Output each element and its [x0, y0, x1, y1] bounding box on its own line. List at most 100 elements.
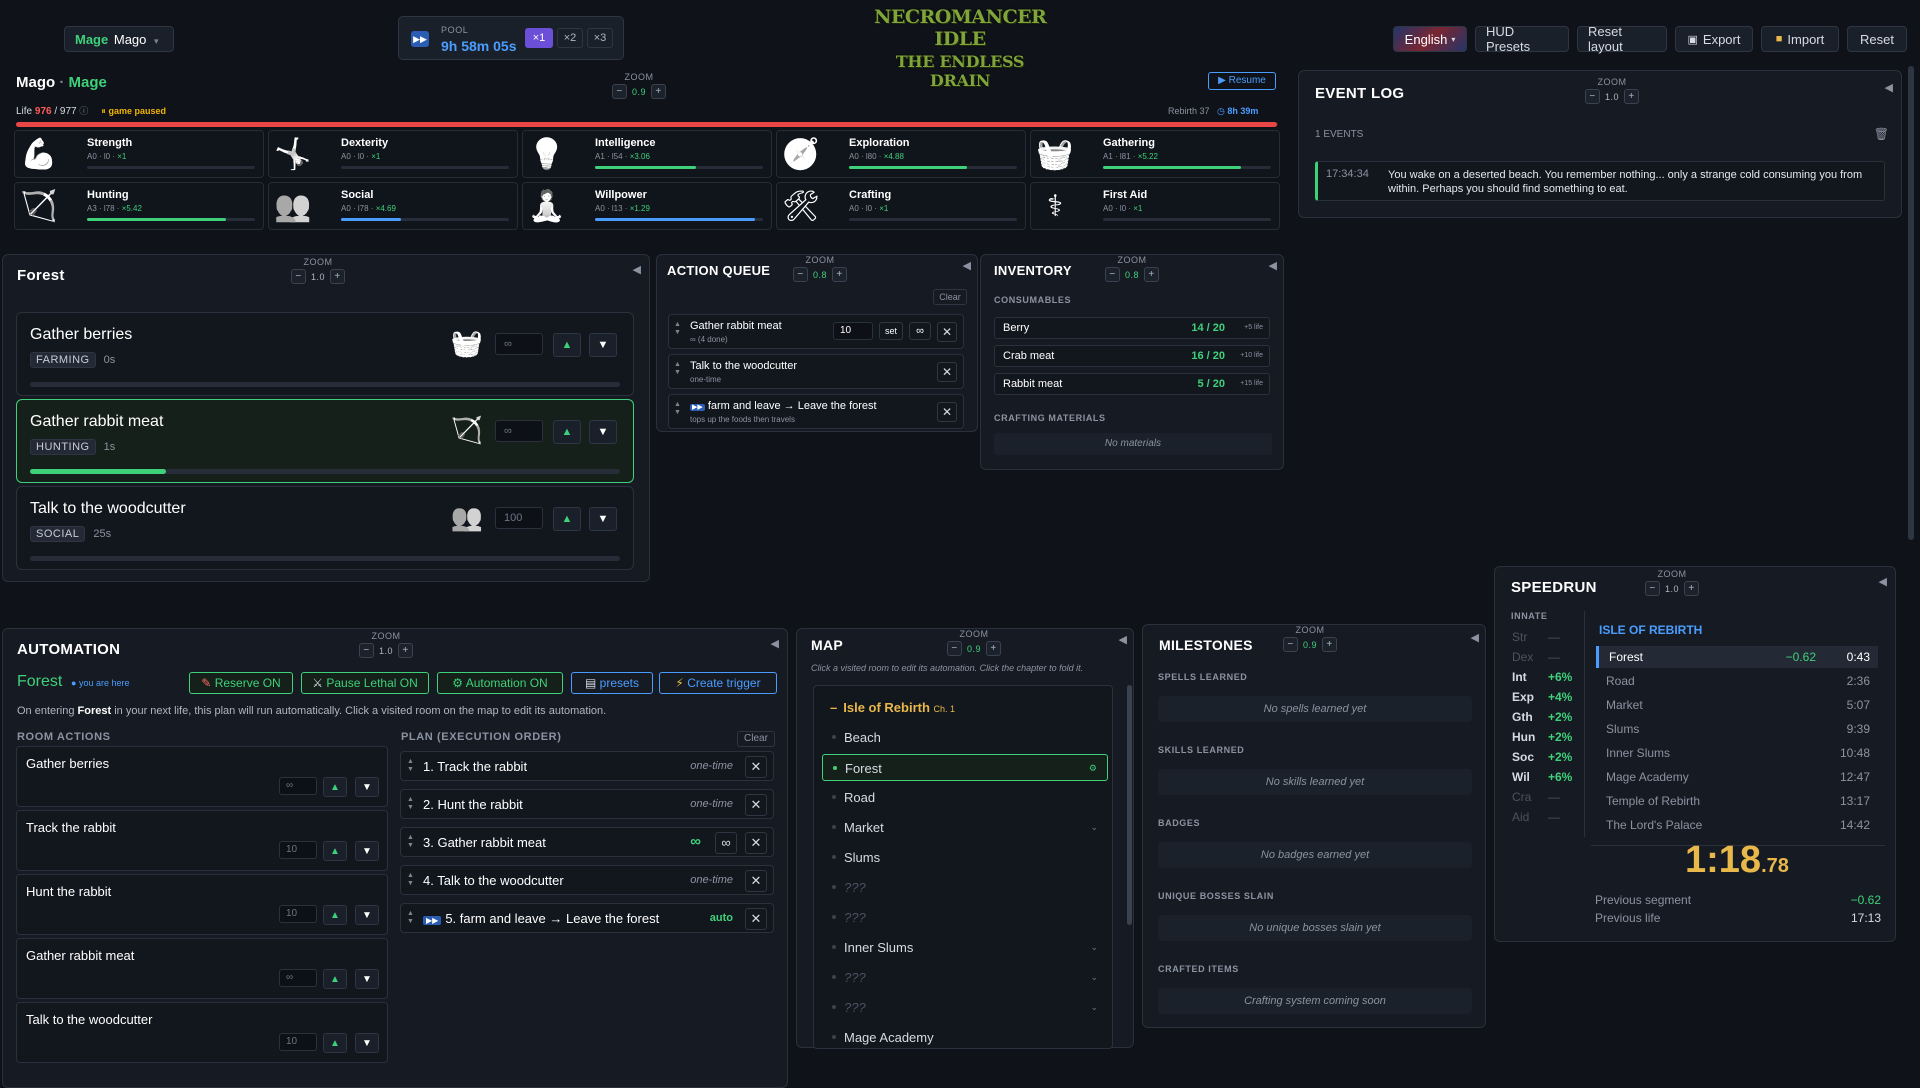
close-icon[interactable]: ✕ — [937, 402, 957, 422]
drag-handle-icon[interactable]: ▲ ▼ — [407, 758, 414, 774]
chevron-down-icon[interactable]: ⌄ — [1090, 972, 1098, 983]
arrow-up-icon[interactable]: ▲ — [323, 841, 347, 861]
close-icon[interactable]: ✕ — [937, 322, 957, 342]
arrow-down-icon[interactable]: ▼ — [355, 905, 379, 925]
hud-presets-button[interactable]: HUD Presets — [1475, 24, 1569, 54]
language-select[interactable]: English ▾ — [1393, 26, 1467, 52]
zoom-out-button[interactable]: − — [947, 641, 962, 656]
zoom-in-button[interactable]: + — [986, 641, 1001, 656]
page-scrollbar[interactable] — [1908, 66, 1914, 540]
drag-handle-icon[interactable]: ▲ ▼ — [407, 834, 414, 850]
plan-step[interactable]: ▲ ▼ 4. Talk to the woodcutter one-time ✕ — [400, 865, 774, 895]
zoom-out-button[interactable]: − — [793, 267, 808, 282]
speed-x1-button[interactable]: ×1 — [525, 28, 553, 48]
arrow-down-icon[interactable]: ▼ — [355, 777, 379, 797]
create-trigger-button[interactable]: ⚡ Create trigger — [659, 672, 777, 694]
close-icon[interactable]: ✕ — [745, 908, 767, 930]
arrow-up-icon[interactable]: ▲ — [553, 420, 581, 444]
presets-button[interactable]: ▤ presets — [571, 672, 653, 694]
inventory-item[interactable]: Crab meat 16 / 20 +10 life — [994, 345, 1270, 367]
drag-handle-icon[interactable]: ▲ ▼ — [674, 361, 681, 377]
collapse-icon[interactable]: ◀ — [1879, 575, 1887, 588]
action-card[interactable]: Gather rabbit meat HUNTING 1s 🏹 ∞ ▲ ▼ — [16, 399, 634, 483]
collapse-icon[interactable]: ◀ — [1885, 81, 1893, 94]
gear-icon[interactable]: ⚙ — [1089, 763, 1097, 774]
collapse-icon[interactable]: ◀ — [1269, 259, 1277, 272]
collapse-icon[interactable]: ◀ — [963, 259, 971, 272]
zoom-out-button[interactable]: − — [1105, 267, 1120, 282]
character-selector[interactable]: Mage Mago ▾ — [64, 26, 174, 52]
plan-step[interactable]: ▲ ▼ 1. Track the rabbit one-time ✕ — [400, 751, 774, 781]
room-action[interactable]: Talk to the woodcutter 10 ▲ ▼ — [16, 1002, 388, 1063]
arrow-down-icon[interactable]: ▼ — [355, 841, 379, 861]
arrow-down-icon[interactable]: ▼ — [355, 1033, 379, 1053]
zoom-out-button[interactable]: − — [1283, 637, 1298, 652]
zoom-out-button[interactable]: − — [1645, 581, 1660, 596]
inventory-item[interactable]: Berry 14 / 20 +5 life — [994, 317, 1270, 339]
collapse-icon[interactable]: ◀ — [1119, 633, 1127, 646]
resume-button[interactable]: ▶ Resume — [1208, 72, 1276, 90]
zoom-out-button[interactable]: − — [612, 84, 627, 99]
zoom-in-button[interactable]: + — [1322, 637, 1337, 652]
drag-handle-icon[interactable]: ▲ ▼ — [407, 872, 414, 888]
skill-card[interactable]: 💪 Strength A0 · l0 · ×1 — [14, 130, 264, 178]
reserve-button[interactable]: ✎ Reserve ON — [189, 672, 293, 694]
plan-step[interactable]: ▲ ▼ 2. Hunt the rabbit one-time ✕ — [400, 789, 774, 819]
map-room[interactable]: Mage Academy — [822, 1024, 1108, 1051]
arrow-up-icon[interactable]: ▲ — [323, 777, 347, 797]
queue-infinite-button[interactable]: ∞ — [909, 322, 931, 340]
zoom-in-button[interactable]: + — [1144, 267, 1159, 282]
trash-icon[interactable]: 🗑 — [1874, 127, 1889, 141]
skill-card[interactable]: 💡 Intelligence A1 · l54 · ×3.06 — [522, 130, 772, 178]
zoom-out-button[interactable]: − — [1585, 89, 1600, 104]
speed-x3-button[interactable]: ×3 — [587, 28, 613, 48]
map-room[interactable]: Road — [822, 784, 1108, 811]
room-action[interactable]: Gather rabbit meat ∞ ▲ ▼ — [16, 938, 388, 999]
arrow-down-icon[interactable]: ▼ — [589, 420, 617, 444]
map-room[interactable]: ??? ⌄ — [822, 994, 1108, 1021]
skill-card[interactable]: 🤸 Dexterity A0 · l0 · ×1 — [268, 130, 518, 178]
infinite-button[interactable]: ∞ — [715, 832, 737, 854]
queue-item[interactable]: ▲ ▼ ▶▶ farm and leave → Leave the forest … — [668, 394, 964, 429]
drag-handle-icon[interactable]: ▲ ▼ — [407, 796, 414, 812]
skill-card[interactable]: 🏹 Hunting A3 · l78 · ×5.42 — [14, 182, 264, 230]
zoom-in-button[interactable]: + — [398, 643, 413, 658]
skill-card[interactable]: 🧭 Exploration A0 · l80 · ×4.88 — [776, 130, 1026, 178]
zoom-in-button[interactable]: + — [330, 269, 345, 284]
plan-step[interactable]: ▲ ▼ 3. Gather rabbit meat ∞ ∞ ✕ — [400, 827, 774, 857]
queue-clear-button[interactable]: Clear — [933, 289, 967, 305]
arrow-down-icon[interactable]: ▼ — [355, 969, 379, 989]
plan-clear-button[interactable]: Clear — [737, 731, 775, 747]
collapse-icon[interactable]: ◀ — [1471, 631, 1479, 644]
action-card[interactable]: Gather berries FARMING 0s 🧺 ∞ ▲ ▼ — [16, 312, 634, 396]
room-action[interactable]: Hunt the rabbit 10 ▲ ▼ — [16, 874, 388, 935]
arrow-down-icon[interactable]: ▼ — [589, 507, 617, 531]
close-icon[interactable]: ✕ — [745, 870, 767, 892]
chevron-down-icon[interactable]: ⌄ — [1090, 822, 1098, 833]
drag-handle-icon[interactable]: ▲ ▼ — [407, 910, 414, 926]
close-icon[interactable]: ✕ — [745, 794, 767, 816]
repeat-input[interactable]: ∞ — [279, 969, 317, 987]
repeat-input[interactable]: 10 — [279, 841, 317, 859]
map-room[interactable]: Slums — [822, 844, 1108, 871]
map-room[interactable]: Beach — [822, 724, 1108, 751]
arrow-up-icon[interactable]: ▲ — [553, 507, 581, 531]
import-button[interactable]: ■ Import — [1761, 26, 1839, 52]
zoom-in-button[interactable]: + — [1624, 89, 1639, 104]
pause-lethal-button[interactable]: ⚔ Pause Lethal ON — [301, 672, 429, 694]
room-action[interactable]: Track the rabbit 10 ▲ ▼ — [16, 810, 388, 871]
drag-handle-icon[interactable]: ▲ ▼ — [674, 401, 681, 417]
map-room[interactable]: Inner Slums ⌄ — [822, 934, 1108, 961]
map-room[interactable]: Market ⌄ — [822, 814, 1108, 841]
repeat-input[interactable]: ∞ — [279, 777, 317, 795]
zoom-out-button[interactable]: − — [359, 643, 374, 658]
close-icon[interactable]: ✕ — [745, 832, 767, 854]
queue-set-button[interactable]: set — [879, 322, 903, 340]
inventory-item[interactable]: Rabbit meat 5 / 20 +15 life — [994, 373, 1270, 395]
arrow-up-icon[interactable]: ▲ — [323, 905, 347, 925]
reset-layout-button[interactable]: Reset layout — [1577, 24, 1667, 54]
export-button[interactable]: ▣ Export — [1675, 26, 1753, 52]
skill-card[interactable]: ⚕ First Aid A0 · l0 · ×1 — [1030, 182, 1280, 230]
map-room[interactable]: ??? — [822, 874, 1108, 901]
close-icon[interactable]: ✕ — [937, 362, 957, 382]
